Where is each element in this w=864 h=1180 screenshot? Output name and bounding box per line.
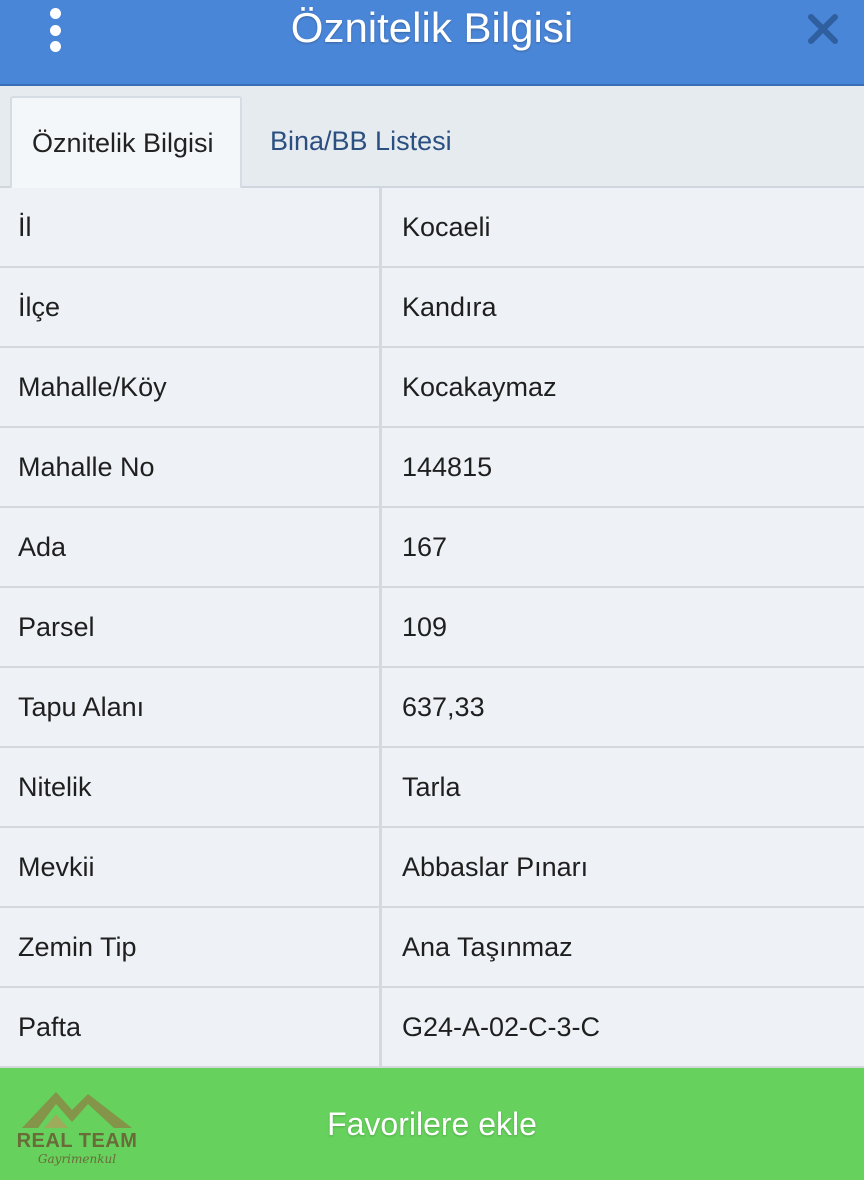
logo-tagline: Gayrimenkul bbox=[37, 1152, 117, 1166]
row-value: Kandıra bbox=[382, 268, 864, 346]
table-row: Mahalle/Köy Kocakaymaz bbox=[0, 348, 864, 428]
row-label: Nitelik bbox=[0, 748, 382, 826]
table-row: Nitelik Tarla bbox=[0, 748, 864, 828]
row-value: 637,33 bbox=[382, 668, 864, 746]
real-team-logo: REAL TEAM Gayrimenkul bbox=[14, 1082, 140, 1168]
table-row: Parsel 109 bbox=[0, 588, 864, 668]
row-value: 144815 bbox=[382, 428, 864, 506]
row-label: Pafta bbox=[0, 988, 382, 1066]
row-label: İlçe bbox=[0, 268, 382, 346]
row-label: Mahalle/Köy bbox=[0, 348, 382, 426]
table-row: Pafta G24-A-02-C-3-C bbox=[0, 988, 864, 1068]
row-label: Parsel bbox=[0, 588, 382, 666]
row-value: Tarla bbox=[382, 748, 864, 826]
row-label: Tapu Alanı bbox=[0, 668, 382, 746]
table-row: Mahalle No 144815 bbox=[0, 428, 864, 508]
attribute-table: İl Kocaeli İlçe Kandıra Mahalle/Köy Koca… bbox=[0, 188, 864, 1068]
close-icon[interactable] bbox=[806, 12, 840, 46]
add-to-favorites-label: Favorilere ekle bbox=[327, 1105, 537, 1142]
tab-bar: Öznitelik Bilgisi Bina/BB Listesi bbox=[0, 86, 864, 188]
tab-oznitelik-bilgisi[interactable]: Öznitelik Bilgisi bbox=[10, 96, 242, 188]
logo-name: REAL TEAM bbox=[16, 1130, 138, 1152]
row-value: Ana Taşınmaz bbox=[382, 908, 864, 986]
table-row: Tapu Alanı 637,33 bbox=[0, 668, 864, 748]
page-title: Öznitelik Bilgisi bbox=[290, 4, 574, 51]
app-header: Öznitelik Bilgisi bbox=[0, 0, 864, 86]
row-label: Ada bbox=[0, 508, 382, 586]
table-row: Zemin Tip Ana Taşınmaz bbox=[0, 908, 864, 988]
table-row: Ada 167 bbox=[0, 508, 864, 588]
row-label: Mevkii bbox=[0, 828, 382, 906]
row-value: Kocaeli bbox=[382, 188, 864, 266]
logo-mark-icon bbox=[22, 1092, 132, 1128]
row-value: Abbaslar Pınarı bbox=[382, 828, 864, 906]
row-label: İl bbox=[0, 188, 382, 266]
row-value: 109 bbox=[382, 588, 864, 666]
tab-bina-bb-listesi[interactable]: Bina/BB Listesi bbox=[250, 96, 472, 188]
row-label: Zemin Tip bbox=[0, 908, 382, 986]
table-row: İl Kocaeli bbox=[0, 188, 864, 268]
row-value: Kocakaymaz bbox=[382, 348, 864, 426]
table-row: İlçe Kandıra bbox=[0, 268, 864, 348]
table-row: Mevkii Abbaslar Pınarı bbox=[0, 828, 864, 908]
row-value: 167 bbox=[382, 508, 864, 586]
row-label: Mahalle No bbox=[0, 428, 382, 506]
row-value: G24-A-02-C-3-C bbox=[382, 988, 864, 1066]
